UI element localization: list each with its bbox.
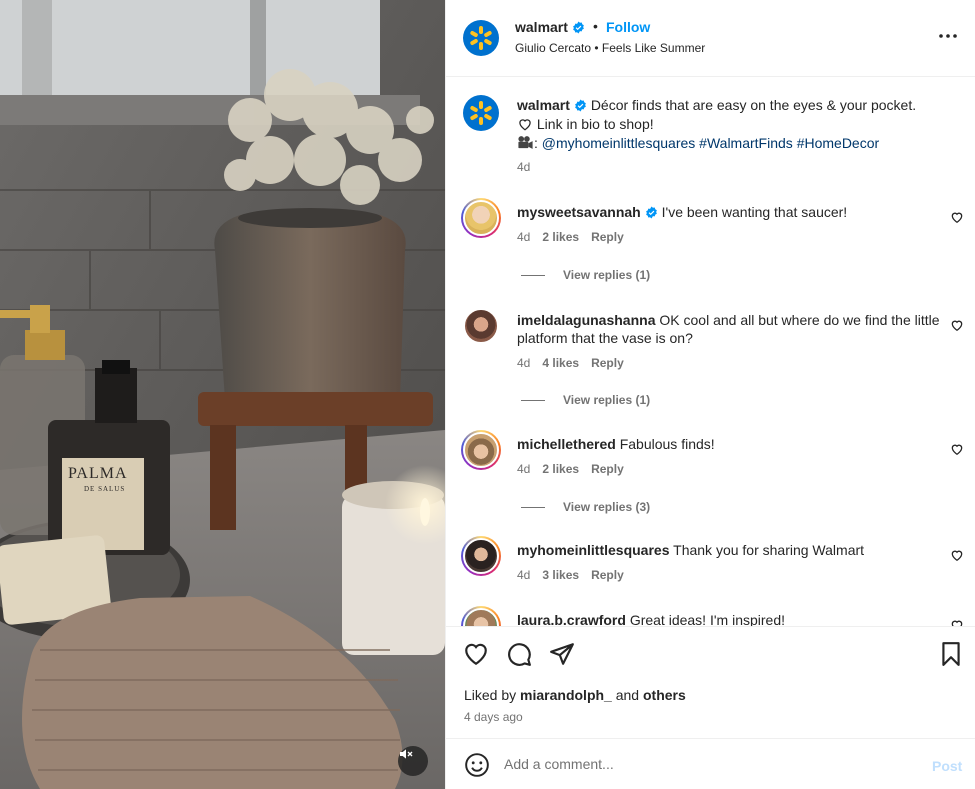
- liked-by-others[interactable]: others: [643, 687, 686, 703]
- verified-badge-icon: [645, 206, 657, 219]
- avatar[interactable]: [461, 536, 501, 576]
- liked-by-text: Liked by miarandolph_ and others: [464, 687, 686, 703]
- comment-body: Great ideas! I'm inspired!: [629, 612, 785, 626]
- post-header: walmart • Follow Giulio Cercato • Feels …: [446, 0, 975, 77]
- comment-likes[interactable]: 4 likes: [542, 356, 579, 370]
- reply-button[interactable]: Reply: [591, 356, 624, 370]
- comment-username[interactable]: myhomeinlittlesquares: [517, 542, 670, 558]
- walmart-spark-icon: [470, 26, 492, 50]
- comment-bubble-icon[interactable]: [506, 641, 532, 667]
- reply-button[interactable]: Reply: [591, 568, 624, 582]
- mention-link[interactable]: @myhomeinlittlesquares: [542, 135, 696, 151]
- header-separator: •: [593, 18, 598, 34]
- comment-likes[interactable]: 2 likes: [542, 230, 579, 244]
- hashtag-walmartfinds[interactable]: #WalmartFinds: [699, 135, 793, 151]
- walmart-avatar[interactable]: [463, 20, 499, 56]
- avatar[interactable]: [461, 430, 501, 470]
- share-paper-plane-icon[interactable]: [549, 641, 575, 667]
- comment-text: michellethered Fabulous finds!: [517, 435, 947, 453]
- comment-meta: 4d 3 likes Reply: [517, 568, 636, 582]
- comment-body: I've been wanting that saucer!: [661, 204, 848, 220]
- hashtag-homedecor[interactable]: #HomeDecor: [797, 135, 879, 151]
- audio-subtitle[interactable]: Giulio Cercato • Feels Like Summer: [515, 41, 705, 55]
- liked-by-prefix: Liked by: [464, 687, 517, 703]
- comment-meta: 4d 2 likes Reply: [517, 462, 636, 476]
- comment-like-icon[interactable]: [950, 618, 964, 626]
- more-horizontal-icon[interactable]: [936, 24, 960, 48]
- comment-like-icon[interactable]: [950, 318, 964, 332]
- caption-timestamp: 4d: [517, 160, 531, 174]
- comment-meta: 4d 4 likes Reply: [517, 356, 636, 370]
- walmart-spark-icon: [470, 101, 492, 125]
- comment-time: 4d: [517, 230, 531, 244]
- comment-username[interactable]: laura.b.crawford: [517, 612, 626, 626]
- comment-text: imeldalagunashanna OK cool and all but w…: [517, 311, 947, 347]
- comment-username[interactable]: mysweetsavannah: [517, 204, 641, 220]
- comment-body: Fabulous finds!: [619, 436, 715, 452]
- comment-meta: 4d 2 likes Reply: [517, 230, 636, 244]
- product-label: PALMA: [68, 465, 128, 482]
- comment-like-icon[interactable]: [950, 548, 964, 562]
- post-media[interactable]: PALMA DE SALUS: [0, 0, 445, 789]
- caption-text: walmart Décor finds that are easy on the…: [517, 96, 957, 153]
- walmart-avatar[interactable]: [463, 95, 499, 131]
- post-video-frame: [0, 0, 445, 789]
- comment-text: mysweetsavannah I've been wanting that s…: [517, 203, 947, 221]
- comment-input[interactable]: [504, 753, 904, 775]
- comments-list[interactable]: walmart Décor finds that are easy on the…: [446, 78, 975, 626]
- add-comment-bar: Post: [446, 738, 975, 789]
- caption-body: Décor finds that are easy on the eyes & …: [590, 97, 917, 113]
- volume-muted-icon: [400, 749, 413, 759]
- view-replies-button[interactable]: View replies (3): [521, 500, 650, 514]
- verified-badge-icon: [573, 21, 584, 34]
- view-replies-button[interactable]: View replies (1): [521, 268, 650, 282]
- comment-time: 4d: [517, 462, 531, 476]
- comment-time: 4d: [517, 356, 531, 370]
- liked-by-and: and: [615, 687, 640, 703]
- post-details-panel: walmart • Follow Giulio Cercato • Feels …: [445, 0, 975, 789]
- caption-username[interactable]: walmart: [517, 97, 570, 113]
- mute-button[interactable]: [398, 746, 428, 776]
- header-username[interactable]: walmart: [515, 19, 585, 35]
- reply-button[interactable]: Reply: [591, 230, 624, 244]
- like-heart-icon[interactable]: [463, 641, 489, 667]
- product-sublabel: DE SALUS: [84, 485, 126, 493]
- post-comment-button[interactable]: Post: [932, 758, 962, 774]
- comment-username[interactable]: michellethered: [517, 436, 616, 452]
- emoji-smile-icon[interactable]: [464, 752, 490, 778]
- movie-camera-emoji-icon: [518, 136, 533, 149]
- view-replies-button[interactable]: View replies (1): [521, 393, 650, 407]
- comment-time: 4d: [517, 568, 531, 582]
- heart-outline-emoji-icon: [519, 119, 531, 131]
- comment-likes[interactable]: 3 likes: [542, 568, 579, 582]
- avatar[interactable]: [461, 198, 501, 238]
- caption-colon: :: [534, 135, 538, 151]
- reply-button[interactable]: Reply: [591, 462, 624, 476]
- comment-body: Thank you for sharing Walmart: [673, 542, 865, 558]
- post-timestamp: 4 days ago: [464, 710, 523, 724]
- comment-like-icon[interactable]: [950, 442, 964, 456]
- avatar[interactable]: [461, 606, 501, 626]
- avatar[interactable]: [461, 306, 501, 346]
- follow-button[interactable]: Follow: [606, 19, 650, 35]
- caption-line2: Link in bio to shop!: [536, 116, 654, 132]
- comment-likes[interactable]: 2 likes: [542, 462, 579, 476]
- comment-text: myhomeinlittlesquares Thank you for shar…: [517, 541, 947, 559]
- verified-badge-icon: [575, 99, 586, 112]
- liked-by-user[interactable]: miarandolph_: [520, 687, 612, 703]
- post-actions: Liked by miarandolph_ and others 4 days …: [446, 626, 975, 738]
- comment-text: laura.b.crawford Great ideas! I'm inspir…: [517, 611, 947, 626]
- comment-like-icon[interactable]: [950, 210, 964, 224]
- comment-username[interactable]: imeldalagunashanna: [517, 312, 655, 328]
- save-bookmark-icon[interactable]: [938, 641, 964, 667]
